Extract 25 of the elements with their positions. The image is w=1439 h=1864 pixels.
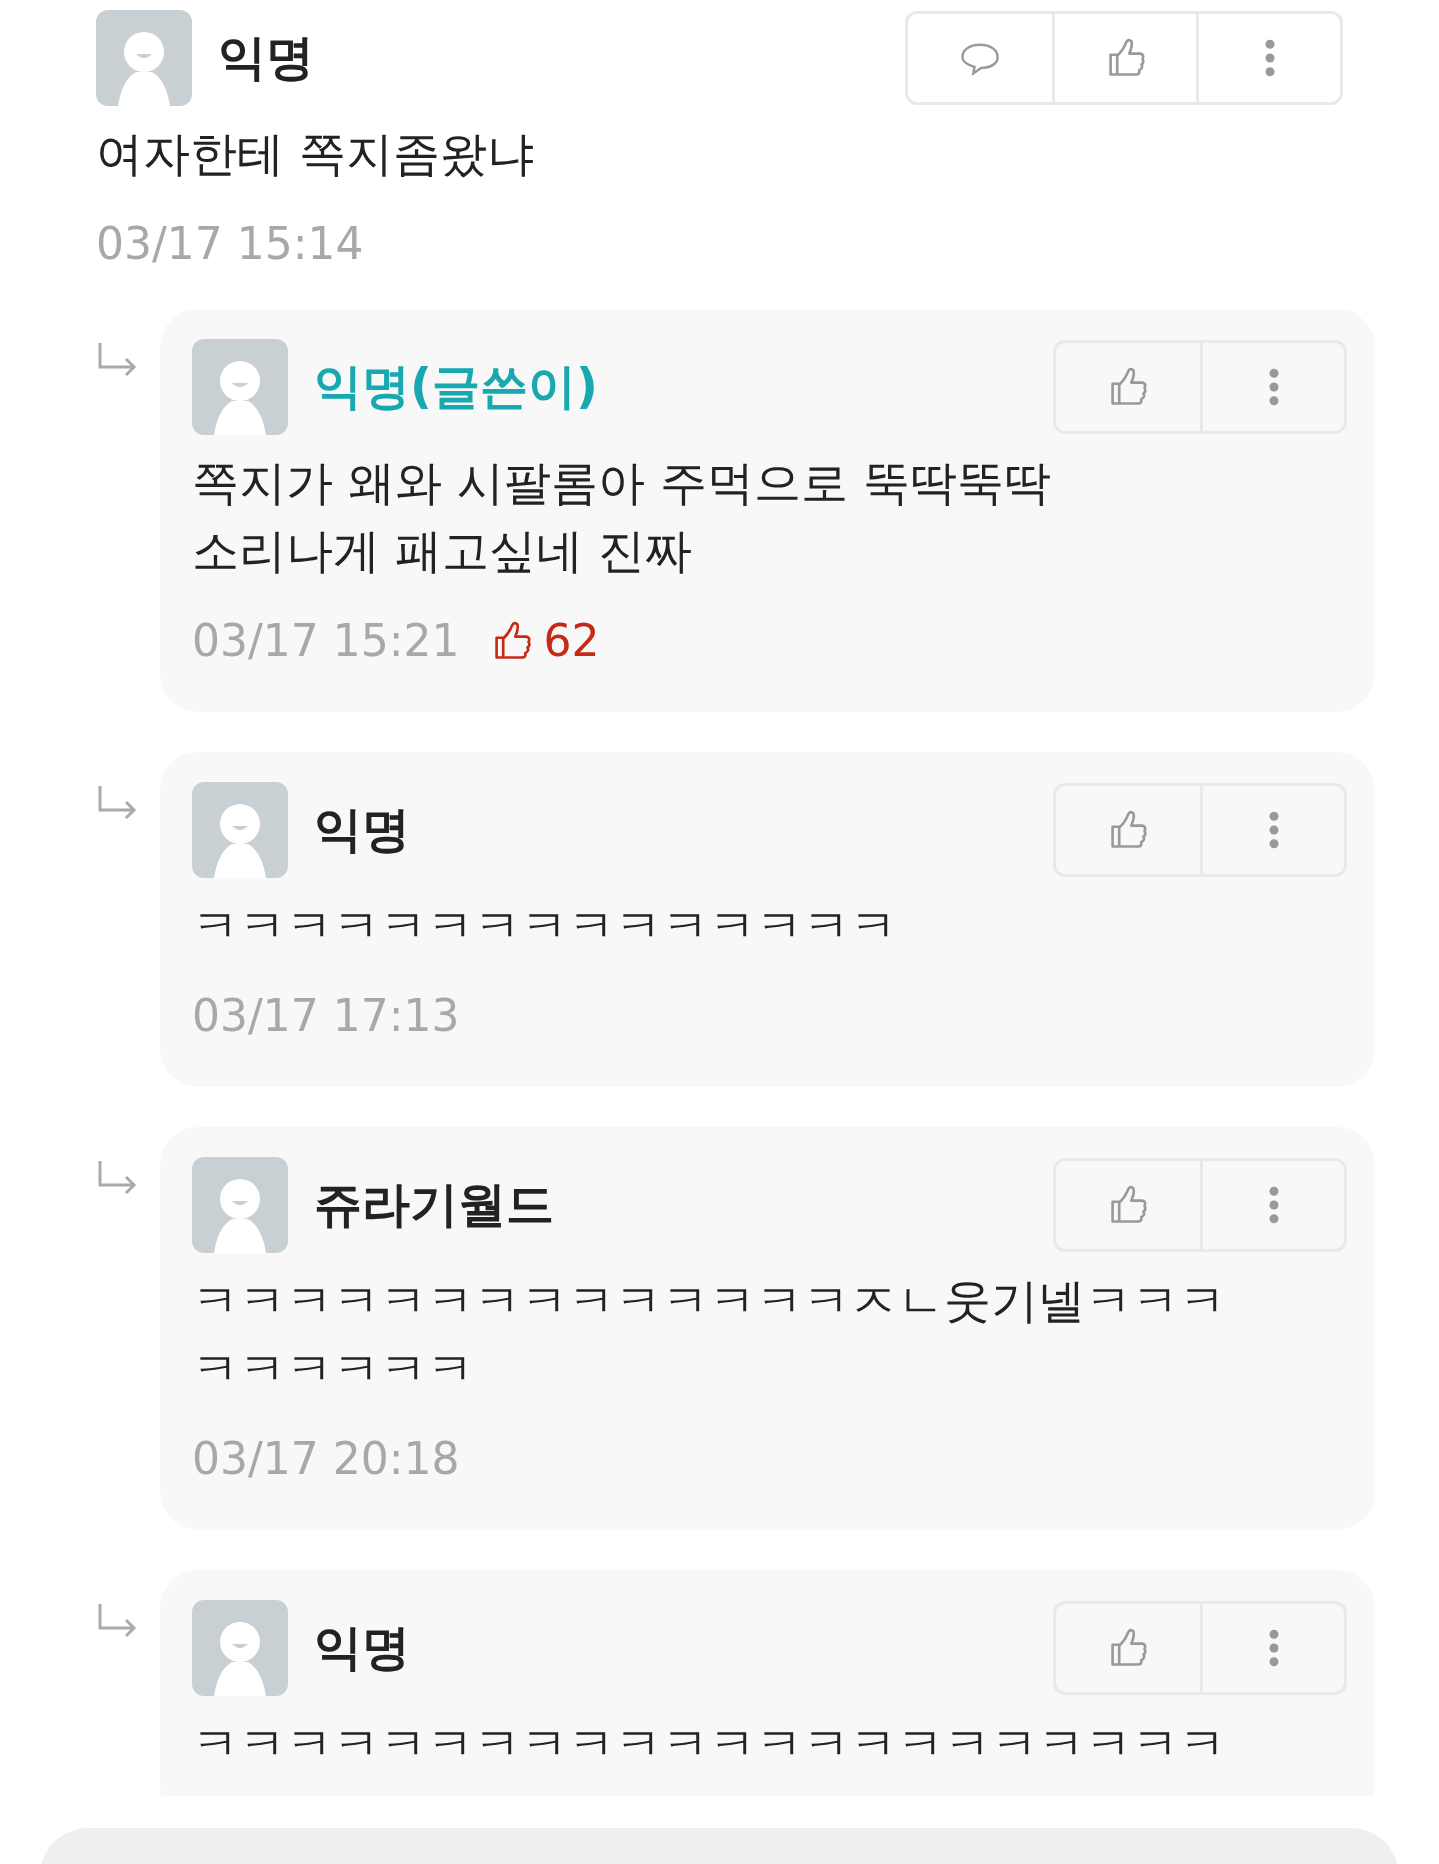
avatar-icon [192, 1157, 288, 1253]
more-icon [1268, 1629, 1279, 1667]
more-icon [1268, 811, 1279, 849]
reply-time: 03/17 15:21 [192, 615, 460, 666]
reply-time: 03/17 17:13 [192, 990, 460, 1041]
avatar-icon [192, 1600, 288, 1696]
avatar-icon [192, 782, 288, 878]
author-name: 익명 [314, 800, 411, 859]
reply-text: 쪽지가 왜와 시팔롬아 주먹으로 뚝딱뚝딱 소리나게 패고싶네 진짜 [192, 454, 1052, 580]
comment-time: 03/17 15:14 [96, 218, 365, 269]
author-name: 익명 [314, 1618, 411, 1677]
like-count: 62 [543, 615, 600, 666]
more-icon [1268, 368, 1279, 406]
reply-text: ㅋㅋㅋㅋㅋㅋㅋㅋㅋㅋㅋㅋㅋㅋㅋㅋㅋㅋㅋㅋㅋㅋ [192, 1715, 1227, 1773]
reply-time: 03/17 20:18 [192, 1433, 460, 1484]
author-name: 익명 [218, 28, 315, 87]
avatar-icon [96, 10, 192, 106]
reply-text: ㅋㅋㅋㅋㅋㅋㅋㅋㅋㅋㅋㅋㅋㅋㅋ [192, 897, 898, 955]
comment-text: 여자한테 쪽지좀왔냐 [96, 125, 535, 183]
author-name: 익명(글쓴이) [314, 357, 599, 416]
more-icon [1268, 1186, 1279, 1224]
reply-text: ㅋㅋㅋㅋㅋㅋㅋㅋㅋㅋㅋㅋㅋㅋㅈㄴ웃기넬ㅋㅋㅋ ㅋㅋㅋㅋㅋㅋ [192, 1272, 1227, 1398]
avatar-icon [192, 339, 288, 435]
author-name: 쥬라기월드 [314, 1175, 555, 1234]
more-icon [1264, 39, 1275, 77]
